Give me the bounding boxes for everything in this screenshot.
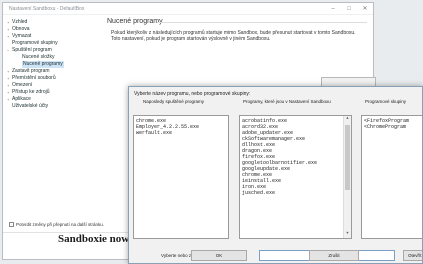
tree-item[interactable]: Programové skupiny	[7, 40, 73, 47]
program-group-item[interactable]: <ChromeProgram	[364, 124, 422, 130]
divider	[157, 22, 367, 23]
scroll-thumb[interactable]	[345, 125, 350, 190]
tree-item[interactable]: + Vzhled	[7, 19, 73, 26]
tree-item[interactable]: Uživatelské účty	[7, 103, 73, 110]
close-icon[interactable]: ✕	[357, 5, 373, 12]
tree-item-label: Vymazat	[12, 33, 32, 39]
tree-item-label: Přístup ke zdrojů	[12, 89, 50, 95]
recent-programs-label: Naposledy spuštěné programy	[143, 99, 205, 104]
ok-button[interactable]: OK	[191, 250, 247, 261]
tree-item-label: Uživatelské účty	[12, 103, 49, 109]
sandbox-list-scrollbar[interactable]: ▲ ▼	[343, 116, 351, 238]
program-groups-list[interactable]: <FirefoxProgram <ChromeProgram	[361, 115, 422, 239]
program-groups-label: Programové skupiny	[365, 99, 407, 104]
tree-item-label: Nucené programy	[22, 61, 64, 68]
tree-item[interactable]: − Spuštění program	[7, 47, 73, 54]
tree-item[interactable]: + Aplikace	[7, 96, 73, 103]
maximize-icon[interactable]: □	[341, 6, 357, 12]
tree-item[interactable]: + Vymazat	[7, 33, 73, 40]
tree-item-label: Obnova	[12, 26, 30, 32]
tree-item-label: Přemístění souborů	[12, 75, 56, 81]
tree-item[interactable]: + Přístup ke zdrojů	[7, 89, 73, 96]
scroll-up-icon[interactable]: ▲	[344, 116, 351, 123]
page-title: Nucené programy	[107, 18, 163, 25]
tree-item-label: Aplikace	[12, 96, 31, 102]
tree-item-label: Programové skupiny	[12, 40, 58, 46]
tree-item[interactable]: + Přemístění souborů	[7, 75, 73, 82]
settings-tree: + Vzhled + Obnova + Vymazat Programové skupiny…	[7, 19, 73, 110]
confirm-changes-label: Potvrdit změny při přepnutí na další str…	[16, 222, 105, 227]
sandbox-programs-label: Programy, které jsou v Nastavení Sandbox…	[243, 99, 331, 104]
confirm-changes-checkbox[interactable]	[9, 222, 14, 227]
cancel-button[interactable]: Zrušit	[309, 250, 359, 261]
sandbox-programs-list[interactable]: acrobatinfo.exe acrord32.exe adobe_updater…	[239, 115, 352, 239]
tree-item-label: Nucené složky	[22, 54, 55, 60]
title-bar: Nastavení Sandboxu - DefaultBox – □ ✕	[3, 3, 373, 15]
tree-item[interactable]: + Zastavit program	[7, 68, 73, 75]
background-heading: Sandboxie now s	[58, 233, 137, 245]
tree-item[interactable]: Nucené složky	[7, 54, 73, 61]
tree-item[interactable]: Nucené programy	[7, 61, 73, 68]
recent-program-item[interactable]: werfault.exe	[136, 130, 226, 136]
select-program-dialog: Vyberte název programu, nebo programové …	[128, 86, 423, 264]
sandbox-program-item[interactable]: jusched.exe	[242, 190, 341, 196]
tree-item-label: Zastavit program	[12, 68, 50, 74]
confirm-changes-row[interactable]: Potvrdit změny při přepnutí na další str…	[9, 222, 104, 227]
browse-button[interactable]: Otevřít / Vybrat	[403, 250, 422, 261]
page-description: Pokud kterýkoliv z následujících program…	[111, 30, 356, 42]
tree-item-label: Vzhled	[12, 19, 28, 25]
tree-item-label: Spuštění program	[12, 47, 52, 53]
scroll-down-icon[interactable]: ▼	[344, 231, 351, 238]
tree-item-label: Omezení	[12, 82, 33, 88]
minimize-icon[interactable]: –	[325, 6, 341, 12]
recent-programs-list[interactable]: chrome.exe Employer_4.2.2.55.exe werfault.…	[133, 115, 229, 239]
dialog-prompt: Vyberte název programu, nebo programové …	[134, 91, 251, 97]
window-title: Nastavení Sandboxu - DefaultBox	[9, 5, 85, 12]
tree-item[interactable]: + Omezení	[7, 82, 73, 89]
tree-item[interactable]: + Obnova	[7, 26, 73, 33]
